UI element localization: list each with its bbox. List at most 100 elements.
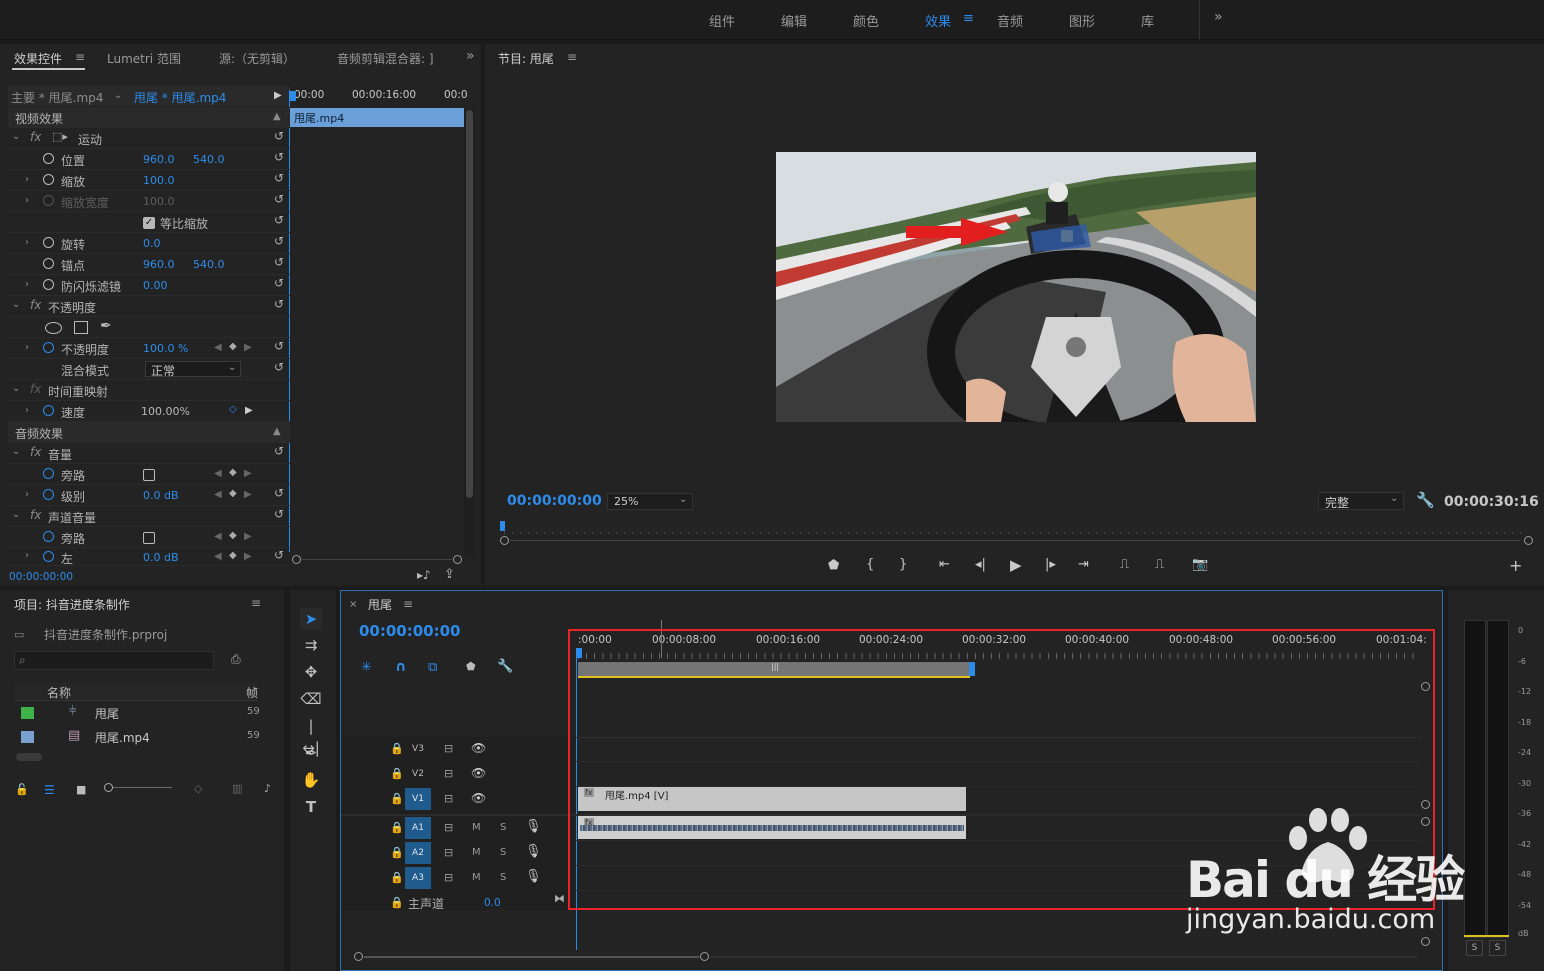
pen-mask-icon[interactable]: ✒: [100, 318, 112, 334]
prev-keyframe-icon[interactable]: ◀: [214, 342, 222, 353]
razor-tool-icon[interactable]: ⌫: [300, 688, 322, 710]
nest-sequence-icon[interactable]: ✳: [361, 660, 372, 675]
stopwatch-icon[interactable]: [43, 153, 54, 164]
prev-keyframe-icon[interactable]: ◀: [214, 468, 222, 479]
wrench-icon[interactable]: 🔧: [497, 659, 513, 674]
next-keyframe-icon[interactable]: ▶: [244, 551, 252, 562]
item-name[interactable]: 甩尾: [95, 705, 119, 722]
fx-icon[interactable]: fx: [30, 298, 41, 312]
reset-icon[interactable]: ↺: [274, 507, 284, 521]
ec-zoom-bar[interactable]: [290, 555, 464, 565]
lock-icon[interactable]: 🔒: [390, 871, 404, 884]
zoom-handle-right[interactable]: [453, 555, 462, 564]
playhead-marker[interactable]: [290, 91, 296, 101]
workspace-tab-assembly[interactable]: 组件: [709, 11, 735, 30]
new-item-icon[interactable]: ♪: [264, 782, 271, 795]
ellipse-mask-icon[interactable]: [45, 322, 62, 334]
program-monitor-title[interactable]: 节目: 甩尾: [498, 50, 554, 67]
track-target-a1[interactable]: A1: [405, 817, 431, 839]
mute-button[interactable]: M: [472, 847, 481, 858]
panel-menu-icon[interactable]: ≡: [75, 50, 85, 64]
workspace-tab-color[interactable]: 颜色: [853, 11, 879, 30]
add-keyframe-icon[interactable]: ◆: [229, 341, 237, 352]
workspace-menu-icon[interactable]: ≡: [963, 11, 974, 26]
add-keyframe-icon[interactable]: ◆: [229, 530, 237, 541]
tab-audio-clip-mixer[interactable]: 音频剪辑混合器: ]: [337, 50, 434, 67]
anchor-x-value[interactable]: 960.0: [143, 258, 175, 271]
fx-icon[interactable]: fx: [30, 445, 41, 459]
step-forward-icon[interactable]: |▸: [1045, 557, 1056, 572]
ec-mini-ruler[interactable]: 00:00 00:00:16:00 00:0: [290, 86, 468, 106]
solo-button[interactable]: S: [500, 847, 506, 858]
blend-mode-dropdown[interactable]: 正常 ⌄: [145, 361, 241, 378]
stopwatch-icon[interactable]: [43, 258, 54, 269]
chevron-right-icon[interactable]: ›: [25, 405, 29, 416]
next-keyframe-icon[interactable]: ▶: [244, 342, 252, 353]
vscroll-handle[interactable]: [1421, 937, 1430, 946]
checkbox-checked[interactable]: ✓: [143, 217, 155, 229]
solo-button[interactable]: S: [500, 822, 506, 833]
collapse-up-icon[interactable]: ▲: [273, 111, 281, 122]
stopwatch-icon[interactable]: [43, 279, 54, 290]
go-to-in-icon[interactable]: ⇤: [939, 557, 950, 572]
workspace-tab-audio[interactable]: 音频: [997, 11, 1023, 30]
opacity-value[interactable]: 100.0 %: [143, 342, 188, 355]
active-clip-label[interactable]: 甩尾 * 甩尾.mp4: [134, 89, 226, 106]
next-keyframe-icon[interactable]: ▶: [244, 489, 252, 500]
playhead-marker[interactable]: [500, 521, 505, 531]
panel-menu-icon[interactable]: ≡: [403, 597, 413, 611]
ripple-edit-tool-icon[interactable]: ✥: [300, 661, 322, 683]
solo-left-button[interactable]: S: [1466, 940, 1483, 956]
reset-icon[interactable]: ↺: [274, 486, 284, 500]
antiflicker-value[interactable]: 0.00: [143, 279, 168, 292]
slider-handle[interactable]: [104, 783, 113, 792]
lock-icon[interactable]: 🔒: [390, 742, 404, 755]
lock-icon[interactable]: 🔒: [390, 767, 404, 780]
left-value[interactable]: 0.0 dB: [143, 551, 179, 564]
play-triangle-icon[interactable]: ▶: [274, 90, 282, 101]
mute-button[interactable]: M: [472, 872, 481, 883]
reset-icon[interactable]: ↺: [274, 360, 284, 374]
video-frame[interactable]: [776, 152, 1256, 422]
collapse-up-icon[interactable]: ▲: [273, 426, 281, 437]
reset-icon[interactable]: ↺: [274, 171, 284, 185]
motion-transform-icon[interactable]: ⬚▸: [52, 130, 68, 143]
sync-lock-icon[interactable]: ⊟: [444, 767, 453, 780]
lock-icon[interactable]: 🔒: [390, 821, 404, 834]
project-hscroll[interactable]: [16, 753, 42, 761]
zoom-handle-left[interactable]: [292, 555, 301, 564]
scale-value[interactable]: 100.0: [143, 174, 175, 187]
reset-icon[interactable]: ↺: [274, 129, 284, 143]
rectangle-mask-icon[interactable]: [74, 321, 88, 334]
chevron-right-icon[interactable]: ›: [25, 489, 29, 500]
close-tab-icon[interactable]: ×: [349, 599, 357, 610]
automate-icon[interactable]: ▥: [232, 782, 242, 795]
step-back-icon[interactable]: ◂|: [975, 557, 986, 572]
reset-icon[interactable]: ↺: [274, 444, 284, 458]
reset-icon[interactable]: ↺: [274, 548, 284, 562]
eye-icon[interactable]: 👁: [471, 766, 486, 780]
tab-lumetri-scopes[interactable]: Lumetri 范围: [107, 50, 181, 67]
chevron-right-icon[interactable]: ›: [25, 342, 29, 353]
list-view-icon[interactable]: ☰: [44, 783, 55, 797]
track-target-v1[interactable]: V1: [405, 788, 431, 810]
zoom-dropdown[interactable]: 25% ⌄: [607, 493, 693, 510]
workspace-tab-editing[interactable]: 编辑: [781, 11, 807, 30]
level-value[interactable]: 0.0 dB: [143, 489, 179, 502]
tab-effect-controls[interactable]: 效果控件: [14, 50, 62, 67]
add-keyframe-icon[interactable]: ◆: [229, 550, 237, 561]
audio-only-icon[interactable]: ▸♪: [417, 568, 431, 582]
chevron-right-icon[interactable]: ›: [25, 237, 29, 248]
lock-icon[interactable]: 🔓: [15, 783, 29, 796]
export-icon[interactable]: ⇪: [444, 567, 455, 582]
chevron-down-icon[interactable]: ⌄: [12, 509, 20, 520]
channel-volume-row[interactable]: ⌄ fx 声道音量 ↺: [8, 506, 290, 527]
timeline-timecode[interactable]: 00:00:00:00: [359, 622, 461, 640]
bypass-checkbox[interactable]: [143, 469, 155, 481]
track-select-tool-icon[interactable]: ⇉: [300, 634, 322, 656]
column-frame[interactable]: 帧: [246, 684, 258, 701]
selection-tool-icon[interactable]: ➤: [300, 608, 322, 630]
find-bin-icon[interactable]: ⎙: [231, 652, 241, 667]
slip-tool-icon[interactable]: |↔|: [300, 715, 322, 757]
extract-icon[interactable]: ⎍: [1155, 557, 1164, 572]
